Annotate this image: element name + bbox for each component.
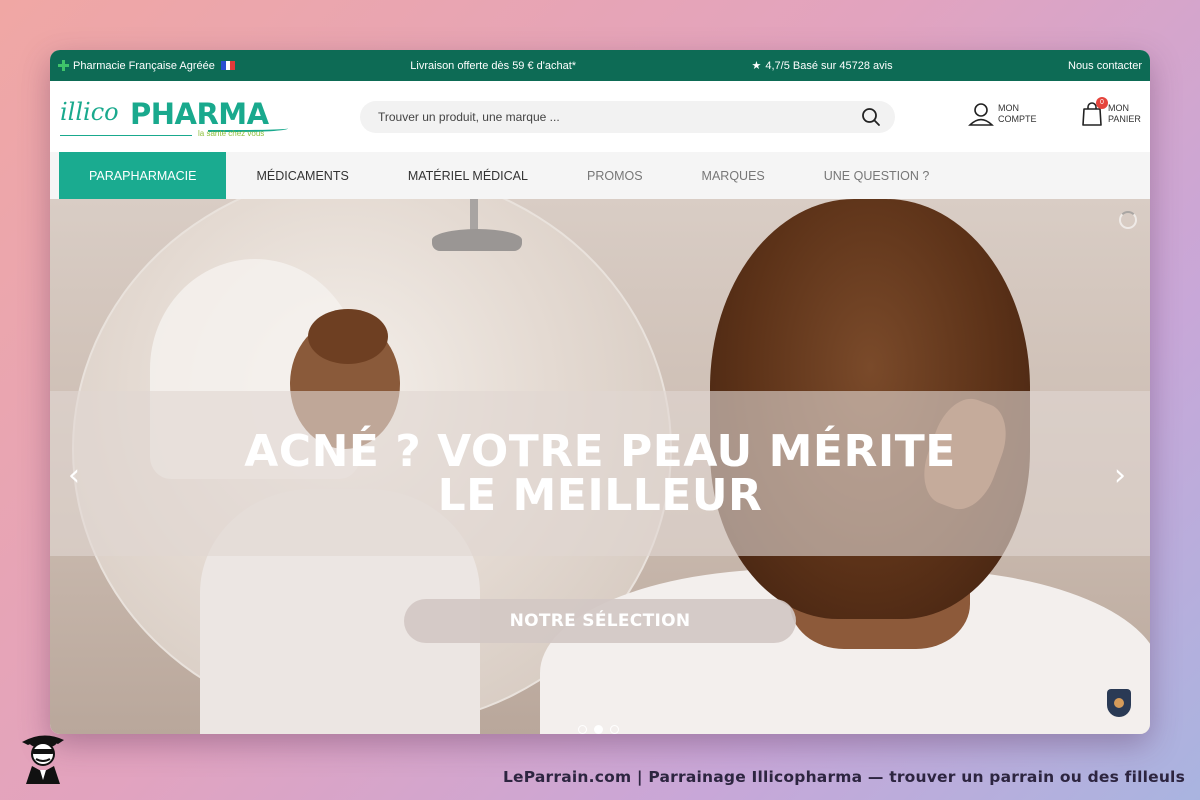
- top-info-bar: Pharmacie Française Agréée Livraison off…: [50, 50, 1150, 81]
- hero-carousel: ACNÉ ? VOTRE PEAU MÉRITE LE MEILLEUR NOT…: [50, 199, 1150, 734]
- carousel-dot-2[interactable]: [594, 725, 603, 734]
- account-label-line1: MON: [998, 103, 1019, 113]
- search-input[interactable]: [378, 110, 818, 124]
- browser-window: Pharmacie Française Agréée Livraison off…: [50, 50, 1150, 734]
- site-logo[interactable]: illico PHARMA la santé chez vous: [58, 92, 298, 142]
- logo-underline: [60, 134, 192, 136]
- main-nav: PARAPHARMACIE MÉDICAMENTS MATÉRIEL MÉDIC…: [50, 152, 1150, 199]
- loading-spinner-icon: [1119, 211, 1137, 229]
- pharmacy-label: Pharmacie Française Agréée: [58, 60, 235, 72]
- rating-info: ★ 4,7/5 Basé sur 45728 avis: [751, 59, 893, 73]
- account-link[interactable]: MON COMPTE: [968, 101, 1037, 127]
- carousel-prev-icon[interactable]: ‹: [68, 461, 80, 491]
- carousel-dot-3[interactable]: [610, 725, 619, 734]
- france-flag-icon: [220, 61, 235, 70]
- hero-banner: ACNÉ ? VOTRE PEAU MÉRITE LE MEILLEUR: [50, 391, 1150, 556]
- site-header: illico PHARMA la santé chez vous MON COM…: [50, 81, 1150, 152]
- star-icon: ★: [751, 60, 762, 72]
- cart-link[interactable]: 0 MON PANIER: [1080, 97, 1141, 127]
- cookie-settings-icon[interactable]: [1107, 689, 1131, 717]
- hero-shower-head: [432, 229, 522, 251]
- contact-link[interactable]: Nous contacter: [1068, 60, 1142, 72]
- nav-tab-materiel-medical[interactable]: MATÉRIEL MÉDICAL: [378, 152, 557, 199]
- carousel-dots: [578, 725, 619, 734]
- pharmacy-text: Pharmacie Française Agréée: [73, 59, 215, 72]
- carousel-next-icon[interactable]: ›: [1114, 461, 1126, 491]
- hero-title-line1: ACNÉ ? VOTRE PEAU MÉRITE: [244, 425, 956, 477]
- carousel-dot-1[interactable]: [578, 725, 587, 734]
- footer-credit: LeParrain.com | Parrainage Illicopharma …: [502, 768, 1185, 786]
- search-icon[interactable]: [861, 107, 881, 127]
- notre-selection-button[interactable]: NOTRE SÉLECTION: [404, 599, 796, 643]
- hero-title-line2: LE MEILLEUR: [437, 469, 763, 521]
- nav-tab-parapharmacie[interactable]: PARAPHARMACIE: [59, 152, 227, 199]
- nav-tab-medicaments[interactable]: MÉDICAMENTS: [226, 152, 377, 199]
- delivery-info: Livraison offerte dès 59 € d'achat*: [410, 59, 577, 72]
- cart-count-badge: 0: [1096, 97, 1108, 109]
- hero-reflection-bun: [308, 309, 388, 364]
- rating-text: 4,7/5 Basé sur 45728 avis: [765, 59, 893, 72]
- account-label-line2: COMPTE: [998, 114, 1037, 124]
- cart-label-line1: MON: [1108, 103, 1129, 113]
- cart-label-line2: PANIER: [1108, 114, 1141, 124]
- search-bar[interactable]: [360, 101, 895, 133]
- logo-tagline: la santé chez vous: [198, 128, 265, 138]
- nav-tab-promos[interactable]: PROMOS: [557, 152, 672, 199]
- nav-tab-marques[interactable]: MARQUES: [672, 152, 794, 199]
- logo-illico: illico: [60, 97, 119, 126]
- nav-tab-une-question[interactable]: UNE QUESTION ?: [794, 152, 959, 199]
- mascot-logo-icon: [22, 735, 64, 784]
- pharmacy-cross-icon: [58, 60, 69, 71]
- user-icon: [968, 103, 994, 126]
